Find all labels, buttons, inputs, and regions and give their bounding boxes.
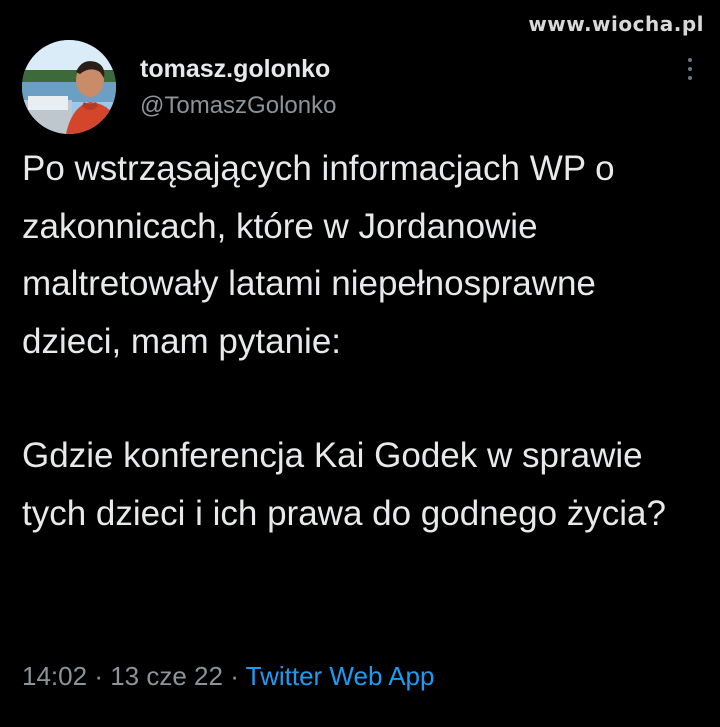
tweet: tomasz.golonko @TomaszGolonko Po wstrząs… <box>0 0 720 727</box>
tweet-header: tomasz.golonko @TomaszGolonko <box>22 40 702 136</box>
user-handle[interactable]: @TomaszGolonko <box>140 90 336 122</box>
more-dot <box>688 76 692 80</box>
more-vertical-icon[interactable] <box>686 58 694 80</box>
display-name[interactable]: tomasz.golonko <box>140 54 336 84</box>
avatar-photo <box>22 40 116 134</box>
tweet-paragraph: Po wstrząsających informacjach WP o zako… <box>22 149 615 361</box>
tweet-source-link[interactable]: Twitter Web App <box>246 661 435 691</box>
more-dot <box>688 58 692 62</box>
avatar[interactable] <box>22 40 116 134</box>
meta-separator: · <box>94 661 103 691</box>
tweet-date[interactable]: 13 cze 22 <box>110 661 223 691</box>
tweet-text: Po wstrząsających informacjach WP o zako… <box>22 140 702 542</box>
more-dot <box>688 67 692 71</box>
tweet-time[interactable]: 14:02 <box>22 661 87 691</box>
tweet-paragraph: Gdzie konferencja Kai Godek w sprawie ty… <box>22 436 666 533</box>
tweet-author: tomasz.golonko @TomaszGolonko <box>140 54 336 122</box>
tweet-meta: 14:02 · 13 cze 22 · Twitter Web App <box>22 658 434 694</box>
meta-separator: · <box>230 661 239 691</box>
